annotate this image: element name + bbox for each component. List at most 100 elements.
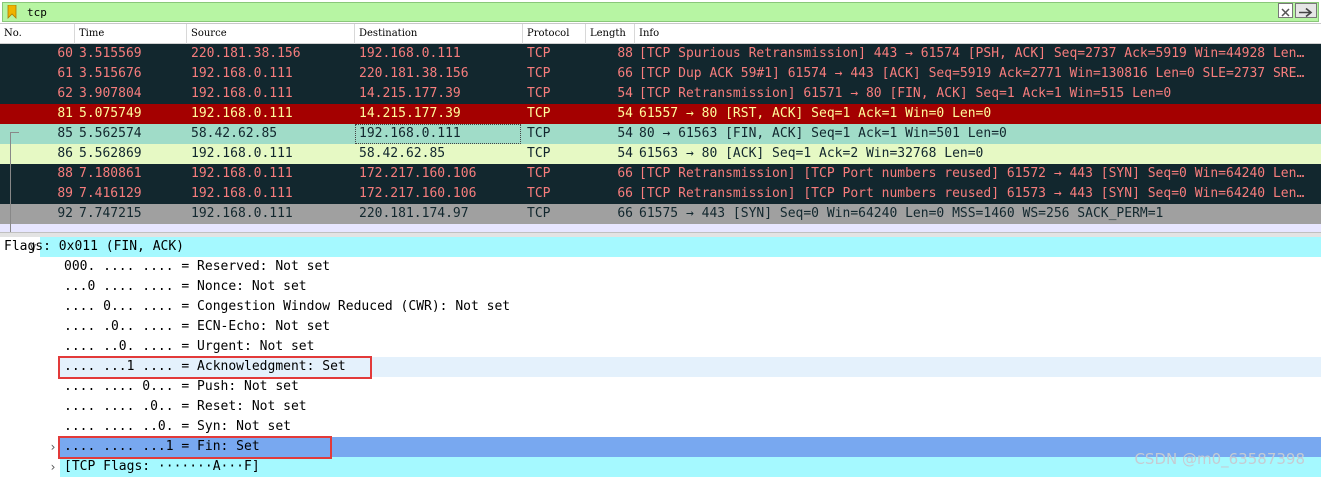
detail-row[interactable]: ›.... .... ...1 = Fin: Set bbox=[51, 437, 1321, 457]
detail-text: .... .... ...1 = Fin: Set bbox=[64, 439, 260, 454]
detail-text: ...0 .... .... = Nonce: Not set bbox=[64, 279, 307, 294]
expand-icon[interactable]: › bbox=[46, 437, 60, 457]
detail-text: Flags: 0x011 (FIN, ACK) bbox=[4, 239, 185, 254]
column-header-info[interactable]: Info bbox=[635, 24, 1321, 44]
packet-proto-cell: TCP bbox=[527, 146, 551, 161]
packet-row[interactable]: 62 3.907804 192.168.0.111 14.215.177.39 TCP 5… bbox=[0, 84, 1321, 104]
packet-len-cell: 66 bbox=[617, 166, 633, 181]
detail-text: .... .... .0.. = Reset: Not set bbox=[64, 399, 307, 414]
packet-info-cell: 61563 → 80 [ACK] Seq=1 Ack=2 Win=32768 L… bbox=[639, 146, 984, 161]
packet-time-cell: 5.075749 bbox=[79, 106, 142, 121]
detail-row[interactable]: .... .... 0... = Push: Not set bbox=[0, 377, 1321, 397]
packet-src-cell: 192.168.0.111 bbox=[191, 66, 293, 81]
packet-dst-cell: 172.217.160.106 bbox=[359, 186, 477, 201]
packet-proto-cell: TCP bbox=[527, 106, 551, 121]
packet-row[interactable]: 88 7.180861 192.168.0.111 172.217.160.106 TC… bbox=[0, 164, 1321, 184]
packet-list: No. Time Source Destination Protocol Len… bbox=[0, 24, 1321, 232]
conversation-bracket-hook bbox=[10, 132, 19, 133]
packet-len-cell: 66 bbox=[617, 186, 633, 201]
packet-no-cell: 60 bbox=[57, 46, 73, 61]
packet-len-cell: 66 bbox=[617, 66, 633, 81]
filter-text: tcp bbox=[27, 6, 47, 19]
detail-row[interactable]: .... .... ..0. = Syn: Not set bbox=[0, 417, 1321, 437]
packet-time-cell: 5.562574 bbox=[79, 126, 142, 141]
clear-icon bbox=[1281, 8, 1290, 17]
packet-no-cell: 61 bbox=[57, 66, 73, 81]
detail-text: .... .0.. .... = ECN-Echo: Not set bbox=[64, 319, 331, 334]
column-header-protocol[interactable]: Protocol bbox=[523, 24, 586, 44]
packet-info-cell: [TCP Dup ACK 59#1] 61574 → 443 [ACK] Seq… bbox=[639, 66, 1305, 81]
packet-info-cell: [TCP Spurious Retransmission] 443 → 6157… bbox=[639, 46, 1305, 61]
detail-row[interactable]: 000. .... .... = Reserved: Not set bbox=[0, 257, 1321, 277]
column-header-no[interactable]: No. bbox=[0, 24, 75, 44]
packet-proto-cell: TCP bbox=[527, 86, 551, 101]
display-filter-input[interactable]: tcp bbox=[2, 2, 1319, 22]
column-header-length[interactable]: Length bbox=[586, 24, 635, 44]
packet-src-cell: 192.168.0.111 bbox=[191, 106, 293, 121]
display-filter-toolbar: tcp bbox=[0, 0, 1321, 24]
detail-row[interactable]: .... 0... .... = Congestion Window Reduc… bbox=[0, 297, 1321, 317]
packet-src-cell: 220.181.38.156 bbox=[191, 46, 301, 61]
packet-row[interactable]: 81 5.075749 192.168.0.111 14.215.177.39 TCP 5… bbox=[0, 104, 1321, 124]
packet-time-cell: 3.907804 bbox=[79, 86, 142, 101]
detail-row[interactable]: ...0 .... .... = Nonce: Not set bbox=[0, 277, 1321, 297]
packet-len-cell: 54 bbox=[617, 126, 633, 141]
packet-row[interactable]: 86 5.562869 192.168.0.111 58.42.62.85 TCP 54 6… bbox=[0, 144, 1321, 164]
bookmark-icon[interactable] bbox=[7, 5, 17, 19]
packet-row[interactable]: 92 7.747215 192.168.0.111 220.181.174.97 TCP… bbox=[0, 204, 1321, 224]
detail-row[interactable]: .... .... .0.. = Reset: Not set bbox=[0, 397, 1321, 417]
packet-info-cell: 80 → 61563 [FIN, ACK] Seq=1 Ack=1 Win=50… bbox=[639, 126, 1007, 141]
detail-text: 000. .... .... = Reserved: Not set bbox=[64, 259, 331, 274]
packet-dst-cell: 192.168.0.111 bbox=[359, 46, 461, 61]
packet-info-cell: [TCP Retransmission] [TCP Port numbers r… bbox=[639, 166, 1305, 181]
packet-row[interactable]: 89 7.416129 192.168.0.111 172.217.160.106 TC… bbox=[0, 184, 1321, 204]
packet-src-cell: 192.168.0.111 bbox=[191, 166, 293, 181]
detail-row[interactable]: ∨ Flags: 0x011 (FIN, ACK) bbox=[4, 237, 1321, 257]
packet-len-cell: 54 bbox=[617, 86, 633, 101]
detail-text: [TCP Flags: ·······A···F] bbox=[64, 459, 260, 474]
packet-row[interactable]: 60 3.515569 220.181.38.156 192.168.0.111 TCP… bbox=[0, 44, 1321, 64]
packet-info-cell: [TCP Retransmission] 61571 → 80 [FIN, AC… bbox=[639, 86, 1172, 101]
column-header-destination[interactable]: Destination bbox=[355, 24, 523, 44]
expand-icon[interactable]: › bbox=[46, 457, 60, 477]
detail-text: .... ..0. .... = Urgent: Not set bbox=[64, 339, 315, 354]
packet-dst-cell: 14.215.177.39 bbox=[359, 86, 461, 101]
packet-time-cell: 7.416129 bbox=[79, 186, 142, 201]
detail-row[interactable]: .... ..0. .... = Urgent: Not set bbox=[0, 337, 1321, 357]
packet-row-partial[interactable] bbox=[0, 224, 1321, 232]
packet-details-tree: ∨ Flags: 0x011 (FIN, ACK) 000. .... .... =… bbox=[0, 237, 1321, 478]
apply-filter-button[interactable] bbox=[1295, 3, 1317, 18]
packet-src-cell: 58.42.62.85 bbox=[191, 126, 278, 141]
packet-row[interactable]: 85 5.562574 58.42.62.85 192.168.0.111 TCP 54 8… bbox=[0, 124, 1321, 144]
packet-row[interactable]: 61 3.515676 192.168.0.111 220.181.38.156 TCP… bbox=[0, 64, 1321, 84]
packet-len-cell: 88 bbox=[617, 46, 633, 61]
detail-row[interactable]: › [TCP Flags: ·······A···F] bbox=[51, 457, 1321, 477]
watermark: CSDN @m0_63587398 bbox=[1134, 450, 1305, 468]
packet-proto-cell: TCP bbox=[527, 206, 551, 221]
packet-src-cell: 192.168.0.111 bbox=[191, 86, 293, 101]
packet-proto-cell: TCP bbox=[527, 46, 551, 61]
packet-proto-cell: TCP bbox=[527, 166, 551, 181]
packet-no-cell: 62 bbox=[57, 86, 73, 101]
packet-len-cell: 66 bbox=[617, 206, 633, 221]
detail-text: .... .... ..0. = Syn: Not set bbox=[64, 419, 291, 434]
packet-time-cell: 5.562869 bbox=[79, 146, 142, 161]
packet-src-cell: 192.168.0.111 bbox=[191, 186, 293, 201]
clear-filter-button[interactable] bbox=[1278, 3, 1293, 18]
packet-time-cell: 3.515569 bbox=[79, 46, 142, 61]
packet-dst-cell: 172.217.160.106 bbox=[359, 166, 477, 181]
column-header-time[interactable]: Time bbox=[75, 24, 187, 44]
packet-len-cell: 54 bbox=[617, 106, 633, 121]
detail-row[interactable]: .... ...1 .... = Acknowledgment: Set bbox=[60, 357, 1321, 377]
packet-list-header: No. Time Source Destination Protocol Len… bbox=[0, 24, 1321, 44]
column-header-source[interactable]: Source bbox=[187, 24, 355, 44]
packet-src-cell: 192.168.0.111 bbox=[191, 146, 293, 161]
arrow-right-icon bbox=[1299, 7, 1313, 18]
focused-cell-outline bbox=[355, 124, 521, 144]
packet-proto-cell: TCP bbox=[527, 126, 551, 141]
packet-proto-cell: TCP bbox=[527, 186, 551, 201]
detail-row[interactable]: .... .0.. .... = ECN-Echo: Not set bbox=[0, 317, 1321, 337]
packet-src-cell: 192.168.0.111 bbox=[191, 206, 293, 221]
detail-text: .... ...1 .... = Acknowledgment: Set bbox=[64, 359, 346, 374]
packet-dst-cell: 220.181.174.97 bbox=[359, 206, 469, 221]
